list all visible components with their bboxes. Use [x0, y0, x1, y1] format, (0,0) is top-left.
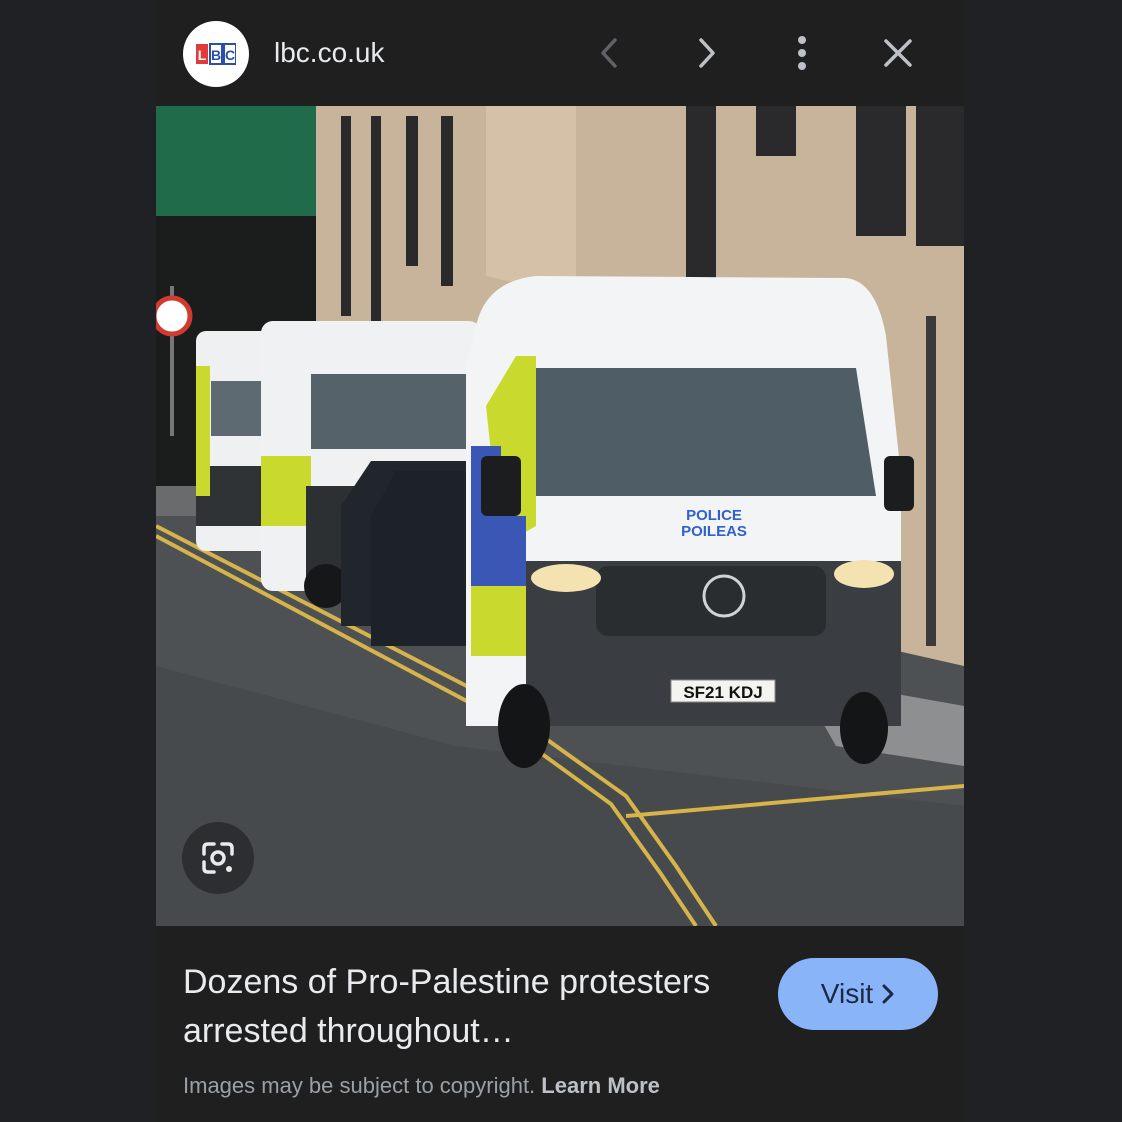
plate-text: SF21 KDJ [683, 683, 762, 702]
preview-image[interactable]: SF21 KDJ POLICE POILEAS [156, 106, 964, 926]
google-lens-button[interactable] [182, 822, 254, 894]
google-lens-icon [202, 842, 234, 874]
learn-more-link[interactable]: Learn More [541, 1073, 660, 1098]
svg-text:L: L [198, 47, 207, 63]
close-button[interactable] [875, 30, 921, 76]
site-favicon[interactable]: L B C [183, 21, 249, 87]
lbc-logo: L B C [196, 43, 236, 65]
previous-button[interactable] [587, 30, 633, 76]
preview-header: L B C lbc.co.uk [156, 0, 964, 106]
more-vert-icon [798, 36, 806, 70]
next-button[interactable] [683, 30, 729, 76]
van-text-1: POLICE [686, 507, 742, 524]
more-options-button[interactable] [779, 30, 825, 76]
copyright-text: Images may be subject to copyright. [183, 1073, 536, 1098]
chevron-right-icon [882, 984, 894, 1004]
result-title[interactable]: Dozens of Pro-Palestine protesters arres… [183, 958, 763, 1056]
copyright-notice: Images may be subject to copyright. Lear… [183, 1071, 660, 1101]
chevron-left-icon [601, 38, 617, 68]
visit-label: Visit [820, 978, 874, 1009]
visit-button[interactable]: Visit [778, 958, 938, 1030]
site-name[interactable]: lbc.co.uk [274, 34, 385, 72]
svg-text:B: B [211, 47, 221, 63]
close-icon [884, 39, 912, 67]
police-vans-photo: SF21 KDJ POLICE POILEAS [156, 106, 964, 926]
chevron-right-icon [699, 38, 715, 68]
svg-text:C: C [225, 47, 235, 63]
van-text-2: POILEAS [681, 523, 747, 540]
image-preview-panel: L B C lbc.co.uk SF21 KDJ POLICE POILEAS … [156, 0, 964, 1122]
